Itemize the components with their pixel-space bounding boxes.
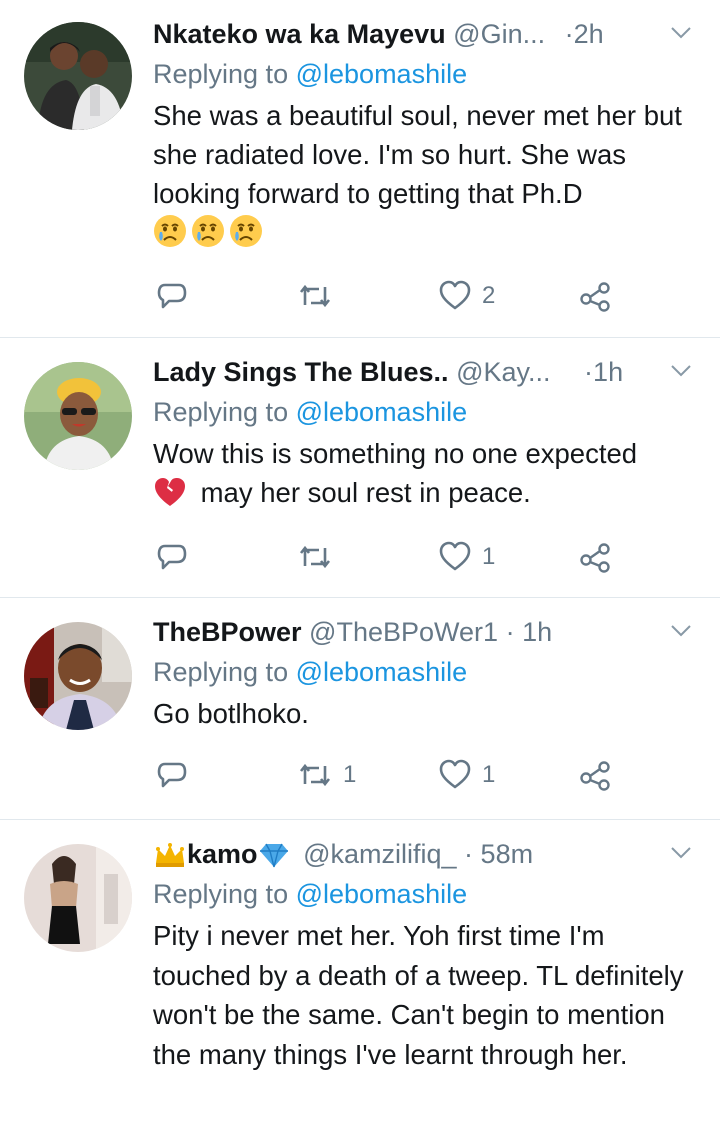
tweet-text: She was a beautiful soul, never met her … [153,96,702,258]
share-button[interactable] [579,537,613,577]
replying-prefix: Replying to [153,657,289,687]
retweet-button[interactable] [297,276,343,316]
replying-to: Replying to @lebomashile [153,394,702,430]
separator-dot: · [505,617,515,647]
like-button[interactable]: 1 [438,755,495,795]
replying-to: Replying to @lebomashile [153,56,702,92]
timestamp[interactable]: 2h [574,19,604,49]
tweet-header: kamo @kamzilifiq_ · 58m [153,834,702,874]
gem-icon [258,840,290,880]
separator-dot: · [584,357,594,387]
display-name[interactable]: Lady Sings The Blues.. [153,357,449,387]
retweet-icon [299,545,331,569]
mention-link[interactable]: @lebomashile [296,657,468,687]
share-icon [580,543,610,573]
tweet-text-body: She was a beautiful soul, never met her … [153,100,682,209]
like-count: 2 [482,282,496,309]
mention-link[interactable]: @lebomashile [296,397,468,427]
replying-to: Replying to @lebomashile [153,876,702,912]
avatar[interactable] [24,22,132,130]
username[interactable]: @Kay... [456,357,550,387]
avatar[interactable] [24,622,132,730]
tweet-header: Lady Sings The Blues.. @Kay... ·1h [153,352,702,392]
timestamp[interactable]: 1h [593,357,623,387]
like-count: 1 [482,761,496,788]
tweet-text-body: Go botlhoko. [153,698,309,729]
reply-icon [157,283,187,309]
tweet-content: Nkateko wa ka Mayevu @Gin... ·2h Replyin… [153,14,702,258]
tweet-content: kamo @kamzilifiq_ · 58m Replying to @leb… [153,834,702,1074]
tweet-content: Lady Sings The Blues.. @Kay... ·1h Reply… [153,352,702,518]
reply-button[interactable] [155,276,189,316]
tweet-header: TheBPower @TheBPoWer1 · 1h [153,612,702,652]
tweet[interactable]: TheBPower @TheBPoWer1 · 1h Replying to @… [0,598,720,820]
share-button[interactable] [579,755,613,795]
replying-to: Replying to @lebomashile [153,654,702,690]
tweet-actions: 1 [155,537,620,577]
retweet-button[interactable]: 1 [297,755,356,795]
like-button[interactable]: 2 [438,276,495,316]
tweet-text: Go botlhoko. [153,694,702,733]
share-icon [580,282,610,312]
timestamp[interactable]: 1h [522,617,552,647]
retweet-count: 1 [343,761,357,788]
reply-button[interactable] [155,755,189,795]
username[interactable]: @kamzilifiq_ [303,839,456,869]
display-name[interactable]: Nkateko wa ka Mayevu [153,19,446,49]
separator-dot: · [464,839,474,869]
tweet-content: TheBPower @TheBPoWer1 · 1h Replying to @… [153,612,702,733]
replying-prefix: Replying to [153,59,289,89]
reply-icon [157,762,187,788]
tweet[interactable]: Nkateko wa ka Mayevu @Gin... ·2h Replyin… [0,0,720,338]
heart-icon [439,541,471,571]
mention-link[interactable]: @lebomashile [296,879,468,909]
chevron-down-icon[interactable] [668,618,694,644]
display-name[interactable]: kamo [187,839,258,869]
chevron-down-icon[interactable] [668,840,694,866]
share-icon [580,761,610,791]
mention-link[interactable]: @lebomashile [296,59,468,89]
retweet-icon [299,284,331,308]
tweet-text-line1: Wow this is something no one expected [153,438,638,469]
heart-icon [439,280,471,310]
replying-prefix: Replying to [153,397,289,427]
reply-feed: Nkateko wa ka Mayevu @Gin... ·2h Replyin… [0,0,720,1122]
tweet-text: Pity i never met her. Yoh first time I'm… [153,916,702,1074]
crown-icon [153,840,187,880]
tweet-text-line2: may her soul rest in peace. [200,477,531,508]
timestamp[interactable]: 58m [481,839,534,869]
reply-icon [157,544,187,570]
tweet-actions: 1 1 [155,755,620,795]
tweet-text: Wow this is something no one expected ma… [153,434,702,518]
tweet-text-body: Pity i never met her. Yoh first time I'm… [153,920,684,1070]
chevron-down-icon[interactable] [668,20,694,46]
crying-face-icon [153,214,265,258]
avatar[interactable] [24,362,132,470]
like-count: 1 [482,543,496,570]
retweet-button[interactable] [297,537,343,577]
share-button[interactable] [579,276,613,316]
avatar[interactable] [24,844,132,952]
username[interactable]: @Gin... [453,19,545,49]
chevron-down-icon[interactable] [668,358,694,384]
broken-heart-icon [153,476,187,518]
retweet-icon [299,763,331,787]
separator-dot: · [564,19,574,49]
reply-button[interactable] [155,537,189,577]
like-button[interactable]: 1 [438,537,495,577]
display-name[interactable]: TheBPower [153,617,302,647]
tweet-header: Nkateko wa ka Mayevu @Gin... ·2h [153,14,702,54]
replying-prefix: Replying to [153,879,289,909]
tweet-actions: 2 [155,276,620,316]
tweet[interactable]: Lady Sings The Blues.. @Kay... ·1h Reply… [0,338,720,598]
heart-icon [439,759,471,789]
username[interactable]: @TheBPoWer1 [309,617,498,647]
tweet[interactable]: kamo @kamzilifiq_ · 58m Replying to @leb… [0,820,720,1122]
